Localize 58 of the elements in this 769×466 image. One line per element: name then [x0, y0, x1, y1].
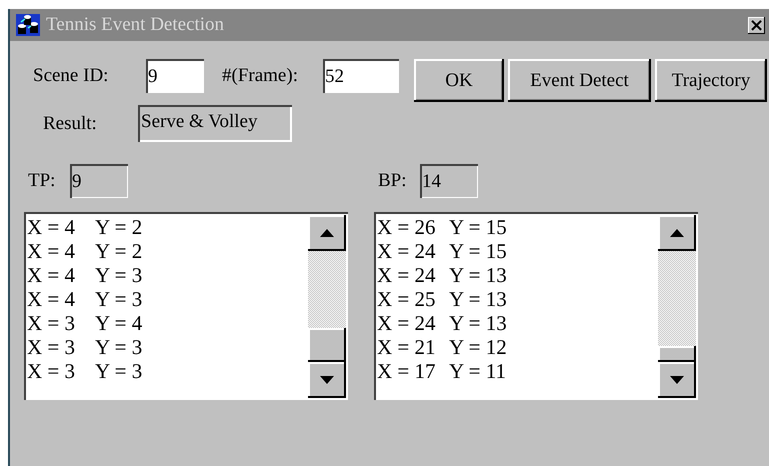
down-arrow-icon — [320, 376, 334, 384]
scroll-up-button[interactable] — [658, 215, 696, 251]
scrollbar[interactable] — [308, 215, 346, 398]
y-coordinate: Y = 2 — [95, 238, 144, 264]
x-coordinate: X = 4 — [27, 262, 76, 288]
x-coordinate: X = 24 — [377, 262, 437, 288]
y-coordinate: Y = 3 — [95, 286, 144, 312]
event-detect-button[interactable]: Event Detect — [508, 59, 651, 102]
x-coordinate: X = 24 — [377, 238, 437, 264]
x-coordinate: X = 24 — [377, 310, 437, 336]
coordinate-list[interactable]: X = 4 Y = 2 X = 4 Y = 2 X = 4 Y = 3 X = 4 Y = 3 X = 3 Y = 4 X = 3 Y = 3 X = 3 Y = 3 — [24, 212, 348, 400]
scroll-down-button[interactable] — [308, 362, 346, 398]
scene-id-label: Scene ID: — [33, 64, 110, 86]
coordinate-list[interactable]: X = 26 Y = 15 X = 24 Y = 15 X = 24 Y = 13 X = 25 Y = 13 X = 24 Y = 13 X = 21 Y = 12 X = 17 Y = 11 — [374, 212, 698, 400]
y-coordinate: Y = 2 — [95, 214, 144, 240]
point-count-field[interactable]: 14 — [420, 164, 478, 198]
x-coordinate: X = 17 — [377, 358, 437, 384]
frame-label: #(Frame): — [222, 64, 299, 86]
scroll-down-button[interactable] — [658, 362, 696, 398]
up-arrow-icon — [320, 229, 334, 237]
x-coordinate: X = 3 — [27, 310, 76, 336]
window-title: Tennis Event Detection — [46, 14, 226, 36]
scroll-up-button[interactable] — [308, 215, 346, 251]
x-coordinate: X = 3 — [27, 358, 76, 384]
scrollbar[interactable] — [658, 215, 696, 398]
x-coordinate: X = 26 — [377, 214, 437, 240]
y-coordinate: Y = 15 — [449, 238, 508, 264]
trajectory-button[interactable]: Trajectory — [655, 59, 767, 102]
result-value: Serve & Volley — [138, 105, 292, 142]
x-coordinate: X = 4 — [27, 286, 76, 312]
scene-id-field[interactable]: 9 — [146, 58, 204, 92]
x-coordinate: X = 4 — [27, 238, 76, 264]
y-coordinate: Y = 13 — [449, 286, 508, 312]
y-coordinate: Y = 13 — [449, 262, 508, 288]
y-coordinate: Y = 3 — [95, 358, 144, 384]
point-count-field[interactable]: 9 — [70, 164, 128, 198]
point-count-label: BP: — [378, 170, 408, 192]
y-coordinate: Y = 13 — [449, 310, 508, 336]
scroll-thumb[interactable] — [308, 328, 346, 362]
y-coordinate: Y = 15 — [449, 214, 508, 240]
result-label: Result: — [43, 112, 98, 134]
scroll-thumb[interactable] — [658, 346, 696, 362]
x-coordinate: X = 21 — [377, 334, 437, 360]
ok-button[interactable]: OK — [414, 59, 504, 102]
up-arrow-icon — [670, 229, 684, 237]
close-button[interactable]: × — [748, 16, 765, 34]
x-coordinate: X = 3 — [27, 334, 76, 360]
app-logo-icon — [16, 14, 40, 36]
point-count-label: TP: — [28, 170, 56, 192]
frame-field[interactable]: 52 — [323, 58, 399, 92]
y-coordinate: Y = 4 — [95, 310, 144, 336]
x-coordinate: X = 25 — [377, 286, 437, 312]
y-coordinate: Y = 3 — [95, 334, 144, 360]
down-arrow-icon — [670, 376, 684, 384]
y-coordinate: Y = 11 — [449, 358, 507, 384]
y-coordinate: Y = 3 — [95, 262, 144, 288]
y-coordinate: Y = 12 — [449, 334, 508, 360]
x-coordinate: X = 4 — [27, 214, 76, 240]
